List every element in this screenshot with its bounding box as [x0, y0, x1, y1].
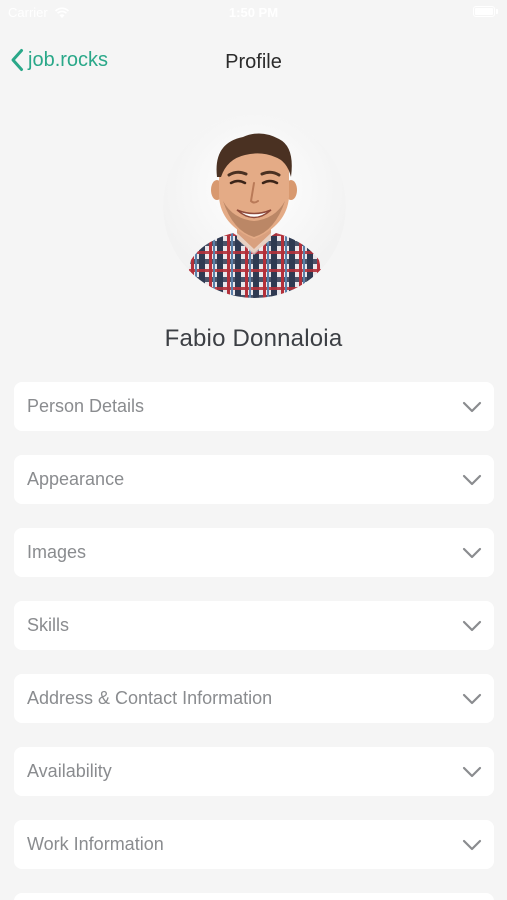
- chevron-down-icon: [462, 693, 482, 704]
- avatar: [163, 115, 346, 298]
- page-title: Profile: [225, 51, 282, 73]
- chevron-down-icon: [462, 766, 482, 777]
- section-person-details[interactable]: Person Details: [14, 382, 494, 431]
- chevron-down-icon: [462, 620, 482, 631]
- profile-screen: Carrier 1:50 PM job.rocks Profile Fabio …: [0, 0, 507, 900]
- chevron-down-icon: [462, 401, 482, 412]
- section-label: Address & Contact Information: [27, 688, 273, 708]
- avatar-photo: [163, 115, 346, 298]
- section-label: Person Details: [27, 396, 145, 416]
- chevron-down-icon: [462, 839, 482, 850]
- status-bar: Carrier 1:50 PM: [0, 0, 507, 26]
- section-images[interactable]: Images: [14, 528, 494, 577]
- profile-name: Fabio Donnaloia: [164, 325, 343, 352]
- section-work-information[interactable]: Work Information: [14, 820, 494, 869]
- chevron-down-icon: [462, 474, 482, 485]
- section-skills[interactable]: Skills: [14, 601, 494, 650]
- section-address-contact[interactable]: Address & Contact Information: [14, 674, 494, 723]
- section-appearance[interactable]: Appearance: [14, 455, 494, 504]
- battery-icon: [473, 6, 498, 17]
- section-label: Skills: [27, 615, 70, 635]
- status-time: 1:50 PM: [228, 5, 279, 20]
- section-availability[interactable]: Availability: [14, 747, 494, 796]
- profile-sections: Person Details Appearance Images Skills …: [14, 382, 494, 900]
- section-label: Appearance: [27, 469, 125, 489]
- section-label: Availability: [27, 761, 112, 781]
- section-label: Work Information: [27, 834, 164, 854]
- section-partial[interactable]: [14, 893, 494, 900]
- section-label: Images: [27, 542, 87, 562]
- chevron-down-icon: [462, 547, 482, 558]
- navigation-bar: job.rocks Profile: [0, 36, 507, 88]
